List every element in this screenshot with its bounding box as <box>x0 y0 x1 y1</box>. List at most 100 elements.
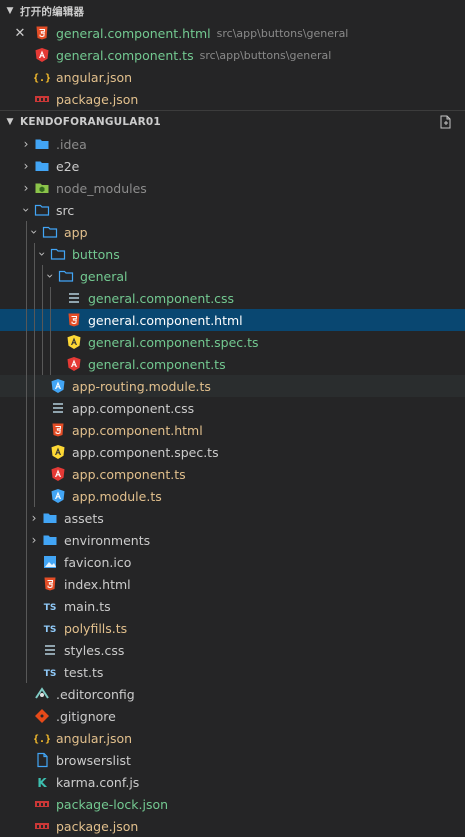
indent-guide <box>26 463 27 485</box>
new-file-icon[interactable] <box>437 114 453 130</box>
editorconfig-icon <box>34 686 50 702</box>
tree-folder[interactable]: › environments <box>0 529 465 551</box>
json-icon: {.} <box>34 69 50 85</box>
open-editor-item[interactable]: {.} angular.json <box>0 66 465 88</box>
chevron-down-icon[interactable]: › <box>43 268 57 284</box>
indent-guide <box>26 397 27 419</box>
tree-item-label: app.component.css <box>72 400 195 416</box>
tree-file[interactable]: app.component.ts <box>0 463 465 485</box>
html-icon <box>66 312 82 328</box>
indent-guide <box>26 551 27 573</box>
open-editors-header[interactable]: ▼ 打开的编辑器 <box>0 0 465 22</box>
tree-item-label: app <box>64 224 88 240</box>
tree-file[interactable]: app-routing.module.ts <box>0 375 465 397</box>
tree-item-label: package-lock.json <box>56 796 169 812</box>
tree-file[interactable]: TS polyfills.ts <box>0 617 465 639</box>
indent-guide <box>26 375 27 397</box>
chevron-down-icon[interactable]: ▼ <box>4 6 16 16</box>
npm-icon <box>34 818 50 834</box>
tree-file[interactable]: general.component.css <box>0 287 465 309</box>
indent-guide <box>26 529 27 551</box>
tree-item-label: environments <box>64 532 151 548</box>
tree-folder[interactable]: › src <box>0 199 465 221</box>
chevron-down-icon[interactable]: › <box>27 224 41 240</box>
indent-guide <box>34 265 35 287</box>
image-icon <box>42 554 58 570</box>
project-header[interactable]: ▼ KENDOFORANGULAR01 <box>0 111 465 133</box>
close-icon[interactable]: ✕ <box>12 26 28 41</box>
tree-file[interactable]: {.} angular.json <box>0 727 465 749</box>
tree-file[interactable]: general.component.html <box>0 309 465 331</box>
chevron-down-icon[interactable]: › <box>35 246 49 262</box>
indent-guide <box>34 353 35 375</box>
chevron-right-icon[interactable]: › <box>26 511 42 525</box>
tree-file[interactable]: index.html <box>0 573 465 595</box>
folder-open-icon <box>58 268 74 284</box>
chevron-down-icon[interactable]: › <box>19 202 33 218</box>
tree-item-label: app.module.ts <box>72 488 162 504</box>
tree-file[interactable]: app.component.spec.ts <box>0 441 465 463</box>
tree-item-label: general.component.css <box>88 290 235 306</box>
tree-item-label: general <box>80 268 128 284</box>
chevron-right-icon[interactable]: › <box>18 159 34 173</box>
chevron-right-icon[interactable]: › <box>26 533 42 547</box>
tree-item-label: karma.conf.js <box>56 774 140 790</box>
tree-file[interactable]: styles.css <box>0 639 465 661</box>
tree-file[interactable]: TS test.ts <box>0 661 465 683</box>
npm-icon <box>34 91 50 107</box>
tree-item-label: buttons <box>72 246 120 262</box>
open-editors-list: ✕ general.component.html src\app\buttons\g… <box>0 22 465 110</box>
indent-guide <box>26 309 27 331</box>
tree-item-label: .editorconfig <box>56 686 135 702</box>
tree-file[interactable]: app.component.html <box>0 419 465 441</box>
indent-guide <box>26 441 27 463</box>
tree-file[interactable]: .editorconfig <box>0 683 465 705</box>
open-editor-path: src\app\buttons\general <box>216 26 349 40</box>
svg-text:K: K <box>37 776 47 790</box>
tree-file[interactable]: browserslist <box>0 749 465 771</box>
open-editor-item[interactable]: package.json <box>0 88 465 110</box>
tree-file[interactable]: general.component.ts <box>0 353 465 375</box>
indent-guide <box>34 397 35 419</box>
tree-folder[interactable]: › e2e <box>0 155 465 177</box>
project-title: KENDOFORANGULAR01 <box>20 116 161 128</box>
folder-icon <box>34 158 50 174</box>
tree-folder[interactable]: › general <box>0 265 465 287</box>
indent-guide <box>34 485 35 507</box>
tree-item-label: node_modules <box>56 180 147 196</box>
open-editor-label: package.json <box>56 91 139 107</box>
tree-file[interactable]: favicon.ico <box>0 551 465 573</box>
tree-file[interactable]: package.json <box>0 815 465 837</box>
folder-open-icon <box>42 224 58 240</box>
tree-folder[interactable]: › app <box>0 221 465 243</box>
npm-icon <box>34 796 50 812</box>
tree-item-label: browserslist <box>56 752 131 768</box>
chevron-right-icon[interactable]: › <box>18 181 34 195</box>
tree-file[interactable]: TS main.ts <box>0 595 465 617</box>
svg-text:TS: TS <box>44 669 57 679</box>
node-folder-icon <box>34 180 50 196</box>
tree-file[interactable]: app.component.css <box>0 397 465 419</box>
chevron-right-icon[interactable]: › <box>18 137 34 151</box>
open-editor-item[interactable]: general.component.ts src\app\buttons\gene… <box>0 44 465 66</box>
tree-folder[interactable]: › assets <box>0 507 465 529</box>
chevron-down-icon[interactable]: ▼ <box>4 117 16 127</box>
tree-item-label: general.component.html <box>88 312 243 328</box>
tree-folder[interactable]: › node_modules <box>0 177 465 199</box>
html-icon <box>42 576 58 592</box>
tree-folder[interactable]: › buttons <box>0 243 465 265</box>
indent-guide <box>26 639 27 661</box>
indent-guide <box>34 441 35 463</box>
tree-item-label: src <box>56 202 75 218</box>
tree-folder[interactable]: › .idea <box>0 133 465 155</box>
tree-file[interactable]: Kkarma.conf.js <box>0 771 465 793</box>
indent-guide <box>50 353 51 375</box>
html-icon <box>50 422 66 438</box>
tree-file[interactable]: package-lock.json <box>0 793 465 815</box>
indent-guide <box>34 419 35 441</box>
tree-file[interactable]: app.module.ts <box>0 485 465 507</box>
open-editor-item[interactable]: ✕ general.component.html src\app\buttons\g… <box>0 22 465 44</box>
tree-item-label: assets <box>64 510 104 526</box>
tree-file[interactable]: .gitignore <box>0 705 465 727</box>
tree-file[interactable]: general.component.spec.ts <box>0 331 465 353</box>
